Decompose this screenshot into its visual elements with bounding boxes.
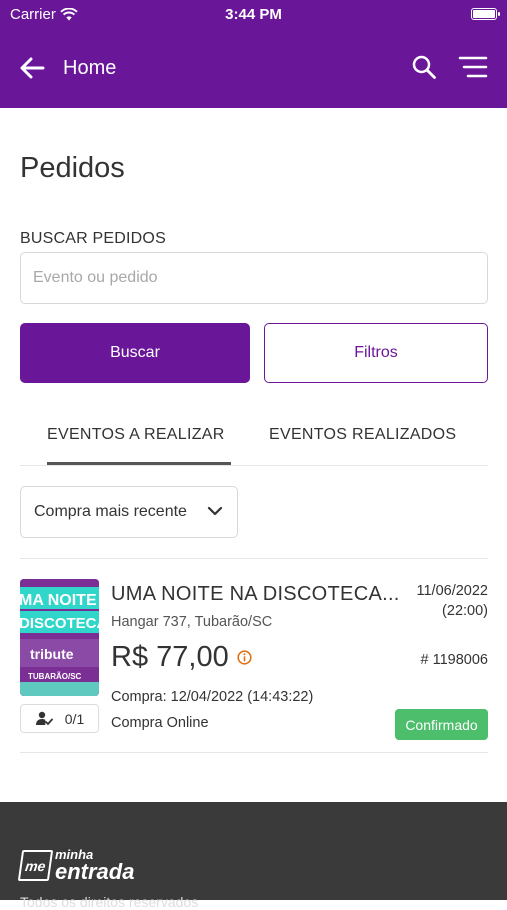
arrow-left-icon[interactable] bbox=[18, 54, 46, 82]
status-badge: Confirmado bbox=[395, 709, 488, 740]
page-title: Pedidos bbox=[20, 152, 125, 184]
poster-line-1: MA NOITE N bbox=[20, 592, 99, 609]
event-name: UMA NOITE NA DISCOTECA... bbox=[111, 583, 400, 605]
purchase-date: Compra: 12/04/2022 (14:43:22) bbox=[111, 689, 314, 705]
ticket-count-label: 0/1 bbox=[64, 710, 85, 727]
copyright-text: Todos os direitos reservados bbox=[20, 894, 199, 910]
status-bar: Carrier 3:44 PM bbox=[0, 0, 507, 30]
info-icon[interactable] bbox=[237, 650, 252, 665]
logo-text: minha entrada bbox=[55, 848, 134, 883]
event-date-time: (22:00) bbox=[442, 603, 488, 619]
event-price-value: R$ 77,00 bbox=[111, 641, 229, 673]
hamburger-menu-icon[interactable] bbox=[458, 55, 488, 79]
search-input[interactable] bbox=[20, 252, 488, 304]
poster-line-2: DISCOTECA bbox=[20, 615, 99, 632]
footer: me minha entrada Todos os direitos reser… bbox=[0, 802, 507, 910]
tab-eventos-a-realizar[interactable]: EVENTOS A REALIZAR bbox=[47, 426, 225, 444]
sort-selected-value: Compra mais recente bbox=[34, 503, 187, 520]
logo-mark: me bbox=[17, 850, 54, 881]
sort-dropdown[interactable]: Compra mais recente bbox=[20, 486, 238, 538]
event-poster-image: MA NOITE N DISCOTECA tribute TUBARÃO/SC bbox=[20, 579, 99, 696]
ticket-count[interactable]: 0/1 bbox=[20, 704, 99, 733]
battery-icon bbox=[471, 8, 500, 20]
poster-line-4: TUBARÃO/SC bbox=[28, 672, 82, 681]
filtros-button[interactable]: Filtros bbox=[264, 323, 488, 383]
nav-bar: Home bbox=[0, 30, 507, 108]
order-card[interactable]: MA NOITE N DISCOTECA tribute TUBARÃO/SC … bbox=[20, 559, 488, 753]
event-price: R$ 77,00 bbox=[111, 641, 252, 674]
purchase-type: Compra Online bbox=[111, 715, 209, 731]
chevron-down-icon bbox=[207, 506, 223, 516]
search-icon[interactable] bbox=[411, 54, 437, 80]
user-check-icon bbox=[35, 711, 53, 726]
tab-eventos-realizados[interactable]: EVENTOS REALIZADOS bbox=[269, 426, 456, 444]
event-date: 11/06/2022 (22:00) bbox=[417, 581, 489, 621]
event-date-day: 11/06/2022 bbox=[416, 583, 489, 599]
order-number: # 1198006 bbox=[420, 652, 488, 668]
active-tab-indicator bbox=[47, 462, 231, 465]
status-time: 3:44 PM bbox=[225, 6, 282, 23]
nav-title: Home bbox=[63, 57, 117, 79]
poster-line-3: tribute bbox=[30, 646, 74, 662]
search-label: BUSCAR PEDIDOS bbox=[20, 230, 166, 247]
minha-entrada-logo: me minha entrada bbox=[17, 848, 134, 883]
logo-line-2: entrada bbox=[55, 859, 135, 884]
event-venue: Hangar 737, Tubarão/SC bbox=[111, 614, 273, 630]
buscar-button[interactable]: Buscar bbox=[20, 323, 250, 383]
orders-tabs: EVENTOS A REALIZAR EVENTOS REALIZADOS bbox=[20, 412, 488, 466]
